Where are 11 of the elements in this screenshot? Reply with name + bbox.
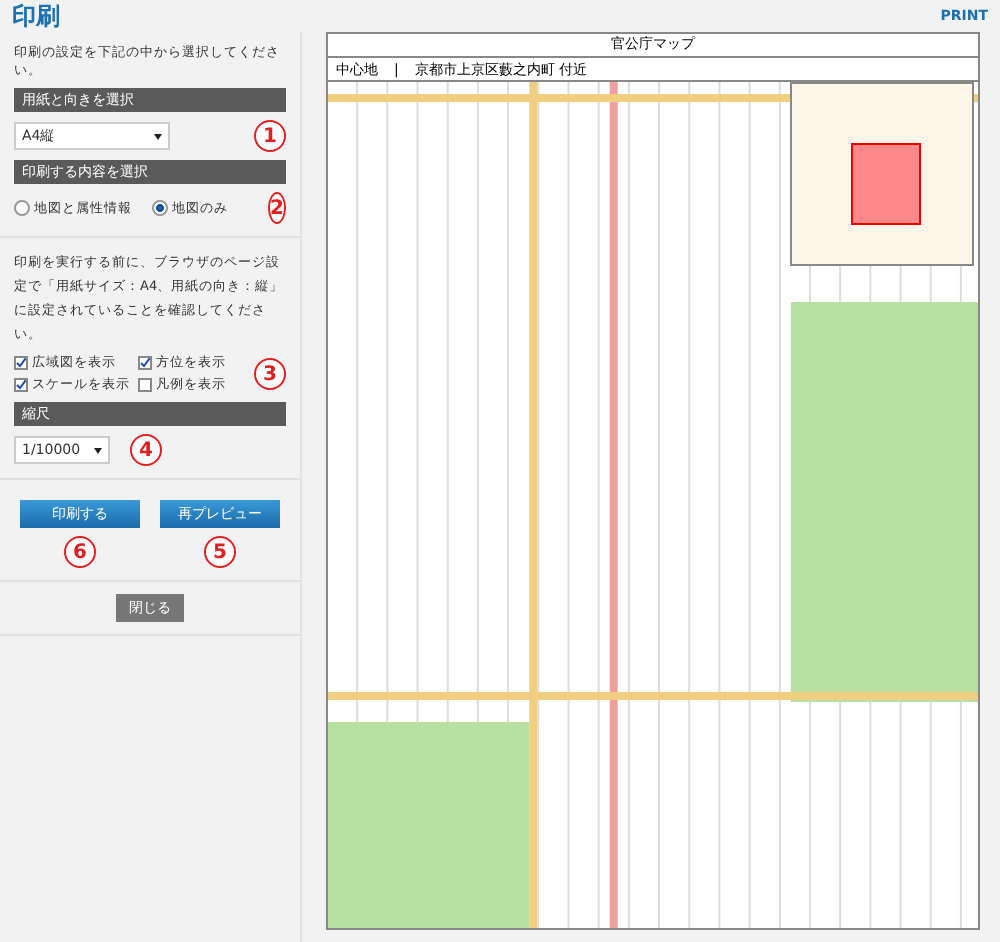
annotation-number: 2 (268, 192, 286, 224)
page-title: 印刷 (12, 0, 60, 33)
checked-checkbox-icon[interactable] (14, 356, 28, 370)
checkbox-icon[interactable] (138, 378, 152, 392)
annotation-number: 5 (204, 536, 236, 568)
annotation-number: 3 (254, 358, 286, 390)
annotation-number: 1 (254, 120, 286, 152)
checked-checkbox-icon[interactable] (14, 378, 28, 392)
checked-checkbox-icon[interactable] (138, 356, 152, 370)
annotation-number: 4 (130, 434, 162, 466)
annotation-number: 6 (64, 536, 96, 568)
